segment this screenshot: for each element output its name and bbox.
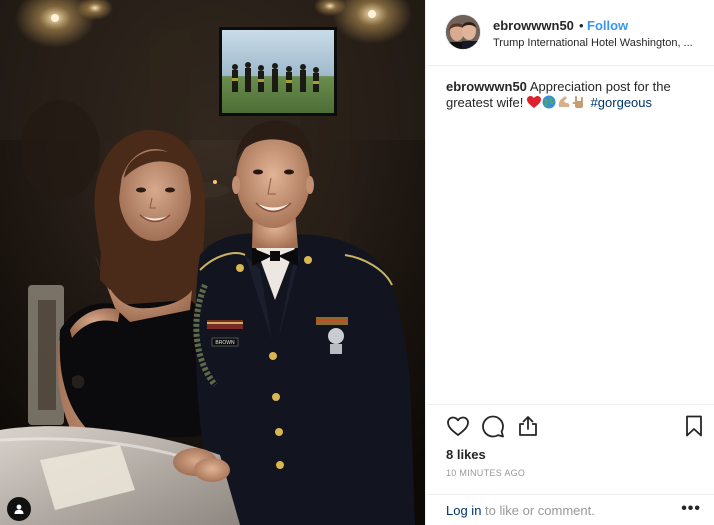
post-header: ebrowwwn50 • Follow Trump International … — [426, 0, 714, 66]
like-button[interactable] — [446, 414, 470, 438]
comment-button[interactable] — [481, 414, 505, 438]
flexed-biceps-icon — [557, 95, 571, 113]
post-actions: 8 likes 10 MINUTES AGO — [426, 404, 714, 494]
love-you-gesture-icon — [572, 95, 586, 113]
post-sidebar: ebrowwwn50 • Follow Trump International … — [425, 0, 714, 525]
header-username-link[interactable]: ebrowwwn50 — [493, 18, 574, 33]
location-link[interactable]: Trump International Hotel Washington, ..… — [493, 37, 705, 49]
heart-outline-icon — [447, 416, 469, 436]
photo-scene: BROWN — [0, 0, 425, 525]
instagram-post: BROWN ebrowwwn50 • Follow Trump Internat… — [0, 0, 714, 525]
save-button[interactable] — [682, 414, 706, 438]
post-timestamp[interactable]: 10 MINUTES AGO — [446, 468, 525, 478]
globe-icon — [542, 95, 556, 113]
post-photo[interactable]: BROWN — [0, 0, 425, 525]
login-prompt-text: to like or comment. — [485, 503, 595, 518]
bookmark-icon — [686, 415, 702, 437]
red-heart-icon — [526, 96, 541, 113]
likes-count[interactable]: 8 likes — [446, 447, 486, 462]
caption-username-link[interactable]: ebrowwwn50 — [446, 79, 527, 94]
login-prompt: Log in to like or comment. — [446, 503, 595, 518]
share-button[interactable] — [516, 414, 540, 438]
name-plate-text: BROWN — [215, 340, 235, 346]
avatar[interactable] — [446, 15, 480, 49]
user-tag-button[interactable] — [7, 497, 31, 521]
share-icon — [519, 416, 537, 436]
post-caption: ebrowwwn50 Appreciation post for the gre… — [446, 79, 706, 113]
comment-bubble-icon — [482, 415, 504, 438]
avatar-image — [446, 15, 480, 49]
person-tag-icon — [14, 504, 24, 514]
hashtag-link[interactable]: #gorgeous — [591, 95, 652, 110]
header-separator: • — [579, 18, 584, 33]
post-footer: Log in to like or comment. ••• — [426, 494, 714, 525]
follow-button[interactable]: Follow — [587, 18, 628, 33]
more-options-button[interactable]: ••• — [681, 500, 701, 518]
login-link[interactable]: Log in — [446, 503, 481, 518]
